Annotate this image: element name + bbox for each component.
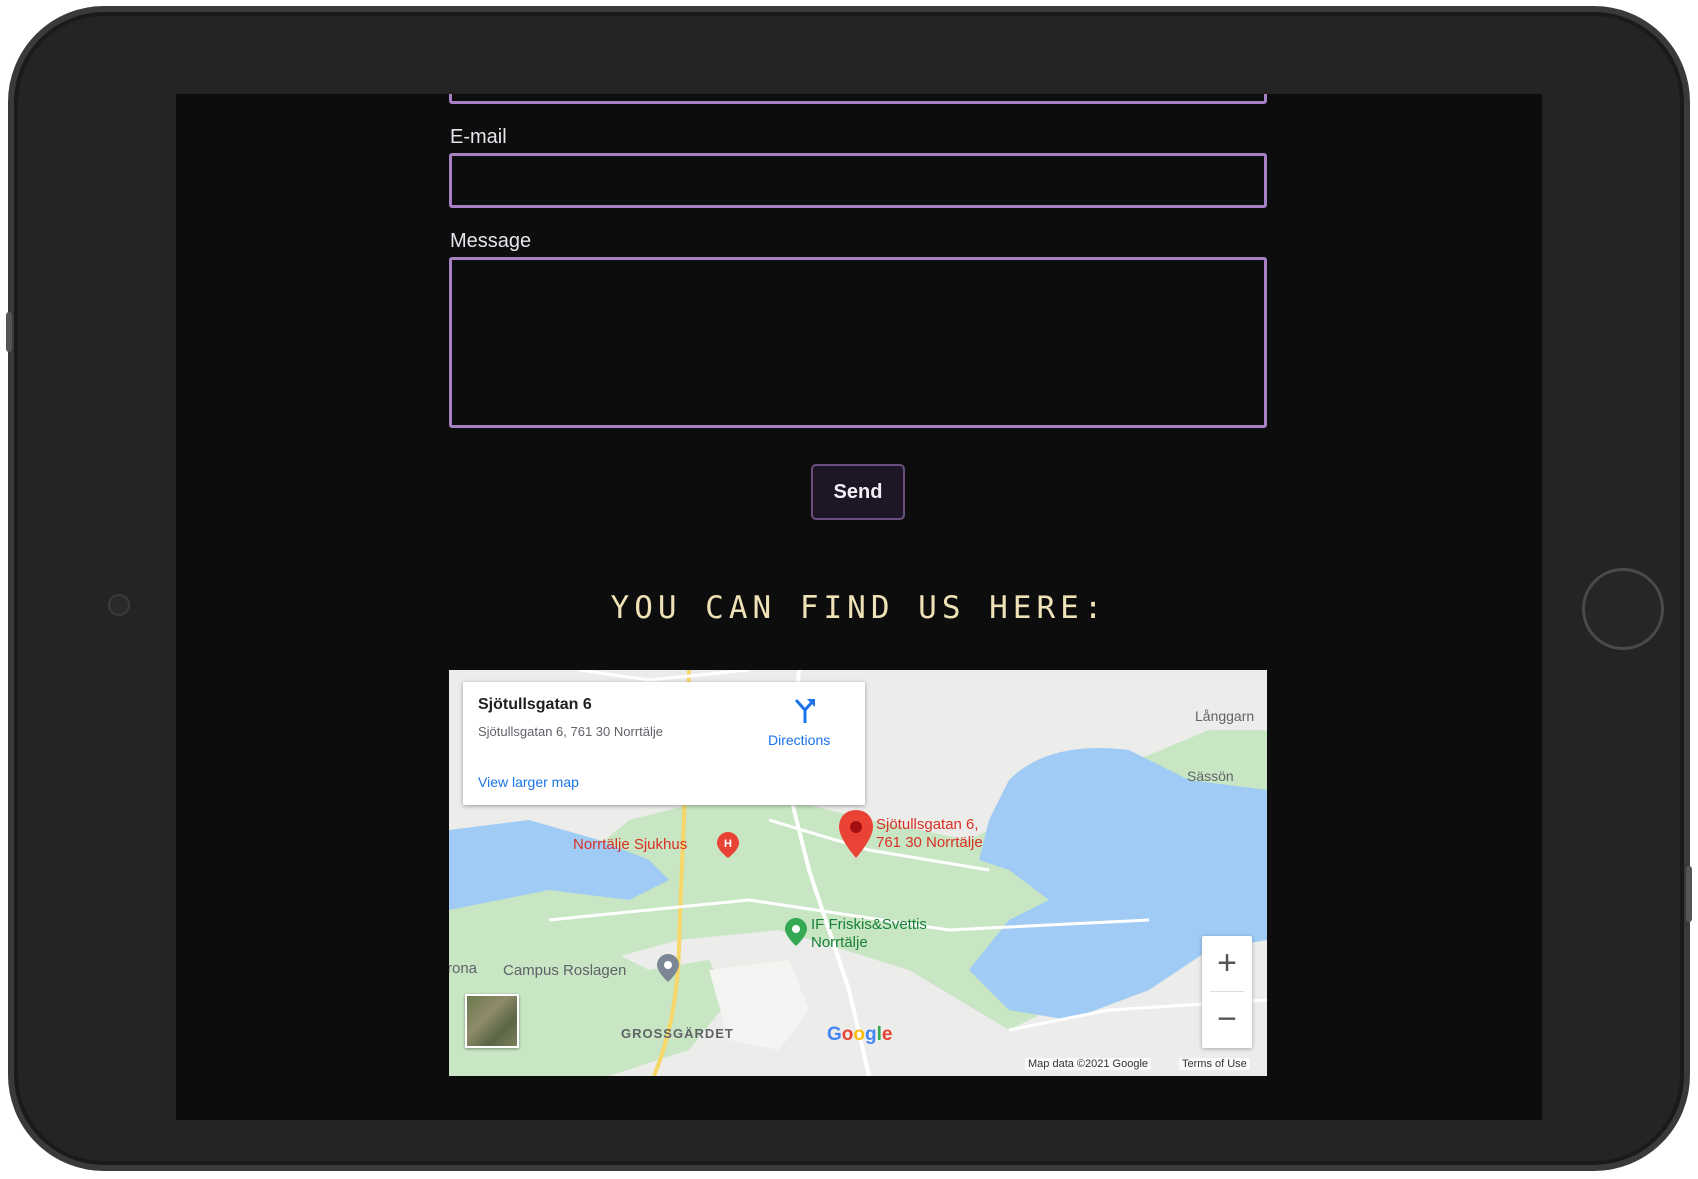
front-camera xyxy=(108,594,130,616)
map-data-attribution: Map data ©2021 Google xyxy=(1025,1058,1152,1070)
pin-label-line2: 761 30 Norrtälje xyxy=(876,834,983,851)
power-button xyxy=(1686,866,1692,922)
sasson-label: Sässön xyxy=(1187,768,1234,784)
svg-text:H: H xyxy=(724,838,732,850)
message-field[interactable] xyxy=(449,257,1267,428)
langgarn-label: Långgarn xyxy=(1195,708,1255,724)
hospital-icon: H xyxy=(717,832,739,858)
campus-pin-icon xyxy=(657,954,679,982)
find-us-heading: YOU CAN FIND US HERE: xyxy=(610,590,1108,626)
place-info-card: Sjötullsgatan 6 Sjötullsgatan 6, 761 30 … xyxy=(463,682,865,805)
home-button[interactable] xyxy=(1582,568,1664,650)
zoom-in-button[interactable]: + xyxy=(1202,936,1252,991)
campus-label: Campus Roslagen xyxy=(503,962,627,979)
email-field[interactable] xyxy=(449,153,1267,208)
send-button[interactable]: Send xyxy=(811,464,905,520)
pin-label-line1: Sjötullsgatan 6, xyxy=(876,816,979,833)
embedded-map[interactable]: Sjötullsgatan 6 Sjötullsgatan 6, 761 30 … xyxy=(449,670,1267,1076)
view-larger-map-link[interactable]: View larger map xyxy=(478,774,579,790)
screen: E-mail Message Send YOU CAN FIND US HERE… xyxy=(176,94,1542,1120)
email-label: E-mail xyxy=(450,126,507,148)
gym-label-line1: IF Friskis&Svettis xyxy=(811,916,927,933)
volume-button xyxy=(6,312,12,352)
message-label: Message xyxy=(450,230,532,252)
directions-link[interactable]: Directions xyxy=(768,732,830,748)
district-label: GROSSGÄRDET xyxy=(621,1026,734,1041)
tablet-frame: E-mail Message Send YOU CAN FIND US HERE… xyxy=(6,6,1692,1171)
zoom-control: + − xyxy=(1202,936,1252,1048)
satellite-toggle[interactable] xyxy=(465,994,519,1048)
campus-prefix-label: rona xyxy=(449,960,478,977)
gym-icon xyxy=(785,918,807,946)
terms-link[interactable]: Terms of Use xyxy=(1179,1058,1250,1070)
location-pin-icon[interactable] xyxy=(839,810,873,858)
name-field[interactable] xyxy=(449,94,1267,104)
gym-label-line2: Norrtälje xyxy=(811,934,868,951)
directions-icon[interactable] xyxy=(792,696,818,724)
zoom-out-button[interactable]: − xyxy=(1202,992,1252,1047)
hospital-label: Norrtälje Sjukhus xyxy=(573,836,688,853)
place-address: Sjötullsgatan 6, 761 30 Norrtälje xyxy=(478,724,664,739)
google-logo: Google xyxy=(827,1024,893,1045)
place-name: Sjötullsgatan 6 xyxy=(478,696,592,713)
